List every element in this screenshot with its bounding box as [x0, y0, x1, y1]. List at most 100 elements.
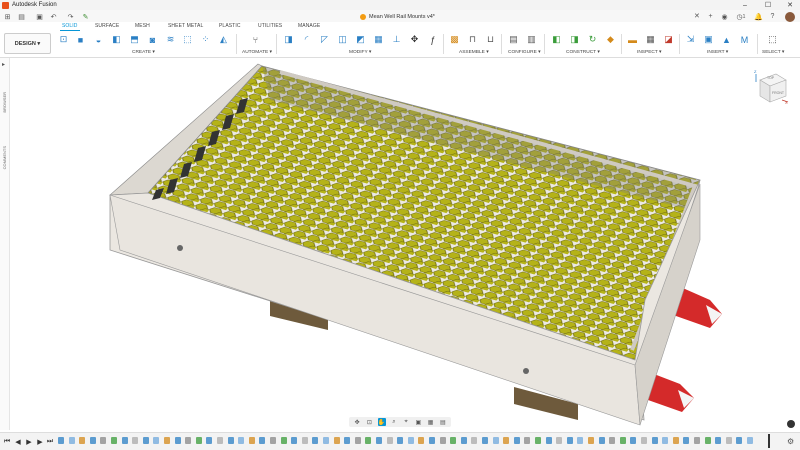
timeline-feature-icon[interactable]	[609, 437, 616, 444]
plane-at-angle-icon[interactable]: ◨	[568, 33, 581, 46]
replace-face-icon[interactable]: ▦	[372, 33, 385, 46]
play-icon[interactable]: ▶	[25, 437, 33, 446]
notifications-icon[interactable]: 🔔	[754, 12, 763, 21]
timeline-feature-icon[interactable]	[100, 437, 107, 444]
timeline-feature-icon[interactable]	[513, 437, 520, 444]
timeline-feature-icon[interactable]	[619, 437, 626, 444]
timeline-feature-icon[interactable]	[439, 437, 446, 444]
insert-mesh-icon[interactable]: ▲	[720, 33, 733, 46]
parameters-icon[interactable]: ƒ	[426, 33, 439, 46]
viewcube-top-label[interactable]: TOP	[767, 76, 774, 80]
viewports-icon[interactable]: ▤	[439, 418, 447, 426]
timeline-feature-icon[interactable]	[89, 437, 96, 444]
timeline-feature-icon[interactable]	[376, 437, 382, 444]
timeline-settings-icon[interactable]: ⚙	[787, 437, 794, 446]
workspace-switcher[interactable]: DESIGN ▾	[4, 33, 51, 54]
timeline-feature-icon[interactable]	[429, 437, 435, 444]
tab-sheet-metal[interactable]: SHEET METAL	[168, 23, 203, 29]
job-status-icon[interactable]: ◷ 1	[734, 12, 748, 21]
timeline-feature-icon[interactable]	[185, 437, 192, 444]
revolve-icon[interactable]: ◒	[92, 33, 105, 46]
sweep-icon[interactable]: ◧	[110, 33, 123, 46]
shell-icon[interactable]: ◫	[336, 33, 349, 46]
timeline-feature-icon[interactable]	[58, 437, 64, 444]
timeline-feature-icon[interactable]	[471, 437, 478, 444]
select-icon[interactable]: ⬚	[766, 33, 779, 46]
select-group-label[interactable]: SELECT ▾	[762, 50, 784, 55]
timeline-feature-icon[interactable]	[153, 437, 160, 444]
timeline-feature-icon[interactable]	[672, 437, 679, 444]
timeline-feature-icon[interactable]	[291, 437, 298, 444]
move-icon[interactable]: ✥	[408, 33, 421, 46]
timeline-feature-icon[interactable]	[344, 437, 351, 444]
user-avatar[interactable]	[785, 12, 795, 22]
comments-panel-label[interactable]: COMMENTS	[2, 146, 7, 169]
timeline-feature-icon[interactable]	[460, 437, 467, 444]
timeline-feature-icon[interactable]	[418, 437, 425, 444]
close-document-icon[interactable]: ✕	[694, 12, 700, 20]
pattern-icon[interactable]: ⁘	[199, 33, 212, 46]
close-window-button[interactable]: ✕	[779, 0, 800, 10]
new-sketch-icon[interactable]: ⊡	[57, 33, 70, 46]
fit-icon[interactable]: ⌖	[402, 418, 410, 426]
timeline-feature-icon[interactable]	[662, 437, 669, 444]
tab-mesh[interactable]: MESH	[135, 23, 150, 29]
timeline-feature-icon[interactable]	[312, 437, 319, 444]
timeline-feature-icon[interactable]	[195, 437, 202, 444]
timeline-feature-icon[interactable]	[545, 437, 552, 444]
help-icon[interactable]: ?	[768, 12, 777, 21]
step-back-icon[interactable]: ◀	[14, 437, 22, 446]
timeline-feature-icon[interactable]	[227, 437, 234, 444]
automate-group-label[interactable]: AUTOMATE ▾	[242, 50, 272, 55]
viewcube[interactable]: TOP FRONT Z X	[752, 68, 790, 106]
construct-group-label[interactable]: CONSTRUCT ▾	[566, 50, 600, 55]
timeline-feature-icon[interactable]	[259, 437, 266, 444]
align-icon[interactable]: ⊥	[390, 33, 403, 46]
new-component-icon[interactable]: ▩	[448, 33, 461, 46]
timeline-feature-icon[interactable]	[248, 437, 255, 444]
measure-icon[interactable]: ▬	[626, 33, 639, 46]
insert-derive-icon[interactable]: ⇲	[684, 33, 697, 46]
timeline-feature-icon[interactable]	[503, 437, 510, 444]
timeline-feature-icon[interactable]	[323, 437, 329, 444]
timeline-feature-icon[interactable]	[524, 437, 531, 444]
go-to-start-icon[interactable]: ⏮	[3, 437, 11, 446]
timeline-feature-icon[interactable]	[238, 437, 245, 444]
timeline-feature-icon[interactable]	[630, 437, 637, 444]
timeline-feature-icon[interactable]	[217, 437, 223, 444]
timeline-feature-icon[interactable]	[206, 437, 213, 444]
look-at-icon[interactable]: ⊡	[365, 418, 373, 426]
timeline-feature-icon[interactable]	[174, 437, 181, 444]
configure-group-label[interactable]: CONFIGURE ▾	[508, 50, 541, 55]
tab-plastic[interactable]: PLASTIC	[219, 23, 241, 29]
timeline-feature-icon[interactable]	[566, 437, 573, 444]
insert-group-label[interactable]: INSERT ▾	[707, 50, 728, 55]
section-analysis-icon[interactable]: ◪	[662, 33, 675, 46]
timeline-track[interactable]	[58, 436, 770, 446]
timeline-feature-icon[interactable]	[397, 437, 404, 444]
viewport-canvas[interactable]: TOP FRONT Z X	[10, 58, 800, 430]
viewcube-front-label[interactable]: FRONT	[772, 91, 784, 95]
data-panel-icon[interactable]: ◉	[720, 12, 729, 21]
joint-icon[interactable]: ⊓	[466, 33, 479, 46]
timeline-marker[interactable]	[768, 434, 770, 448]
chamfer-icon[interactable]: ◸	[318, 33, 331, 46]
zoom-icon[interactable]: ⌕	[390, 418, 398, 426]
timeline-feature-icon[interactable]	[598, 437, 605, 444]
automate-icon[interactable]: ⑂	[249, 33, 262, 46]
timeline-feature-icon[interactable]	[132, 437, 139, 444]
redo-icon[interactable]: ↷	[66, 12, 75, 21]
maximize-button[interactable]: ☐	[757, 0, 779, 10]
assemble-group-label[interactable]: ASSEMBLE ▾	[459, 50, 489, 55]
configure-icon[interactable]: ▤	[507, 33, 520, 46]
new-tab-icon[interactable]: +	[706, 12, 715, 21]
modify-group-label[interactable]: MODIFY ▾	[349, 50, 371, 55]
insert-canvas-icon[interactable]: ▣	[702, 33, 715, 46]
fillet-icon[interactable]: ◜	[300, 33, 313, 46]
app-grid-icon[interactable]: ⊞	[3, 12, 12, 21]
display-settings-icon[interactable]: ▣	[414, 418, 422, 426]
step-forward-icon[interactable]: ▶	[36, 437, 44, 446]
timeline-feature-icon[interactable]	[450, 437, 457, 444]
timeline-feature-icon[interactable]	[725, 437, 732, 444]
undo-icon[interactable]: ↶	[49, 12, 58, 21]
